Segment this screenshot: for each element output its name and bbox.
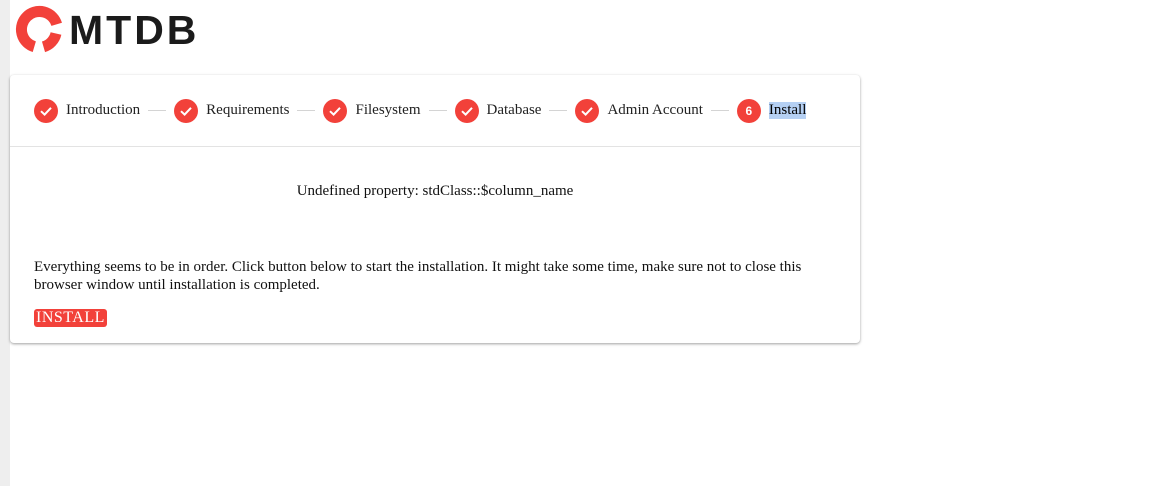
step-connector [297,110,316,111]
step-label: Database [486,102,542,118]
check-icon [575,98,600,123]
install-stepper: Introduction Requirements Filesystem Dat… [10,75,860,147]
check-icon [454,98,479,123]
step-filesystem[interactable]: Filesystem [323,98,421,123]
install-info-text: Everything seems to be in order. Click b… [34,259,802,293]
page-left-edge [0,0,10,486]
step-connector [148,110,167,111]
logo-wordmark: MTDB [69,7,200,53]
step-label: Filesystem [355,102,421,118]
step-number-badge: 6 [736,98,761,123]
error-message: Undefined property: stdClass::$column_na… [296,183,574,199]
mtdb-ring-logo-icon [15,5,62,53]
step-requirements[interactable]: Requirements [174,98,290,123]
step-label: Admin Account [607,102,703,118]
step-install[interactable]: 6 Install [736,98,807,123]
install-button[interactable]: INSTALL [34,309,107,327]
step-connector [710,110,729,111]
check-icon [34,98,58,123]
installer-card: Introduction Requirements Filesystem Dat… [10,75,860,343]
step-label: Introduction [66,102,141,118]
mtdb-logo: MTDB [10,3,199,57]
check-icon [174,98,199,123]
check-icon [323,98,348,123]
step-connector [549,110,568,111]
step-number: 6 [745,103,753,118]
step-connector [428,110,447,111]
step-label: Requirements [206,102,290,118]
step-label: Install [768,102,807,119]
step-database[interactable]: Database [454,98,542,123]
step-introduction[interactable]: Introduction [34,98,141,123]
step-admin-account[interactable]: Admin Account [575,98,703,123]
